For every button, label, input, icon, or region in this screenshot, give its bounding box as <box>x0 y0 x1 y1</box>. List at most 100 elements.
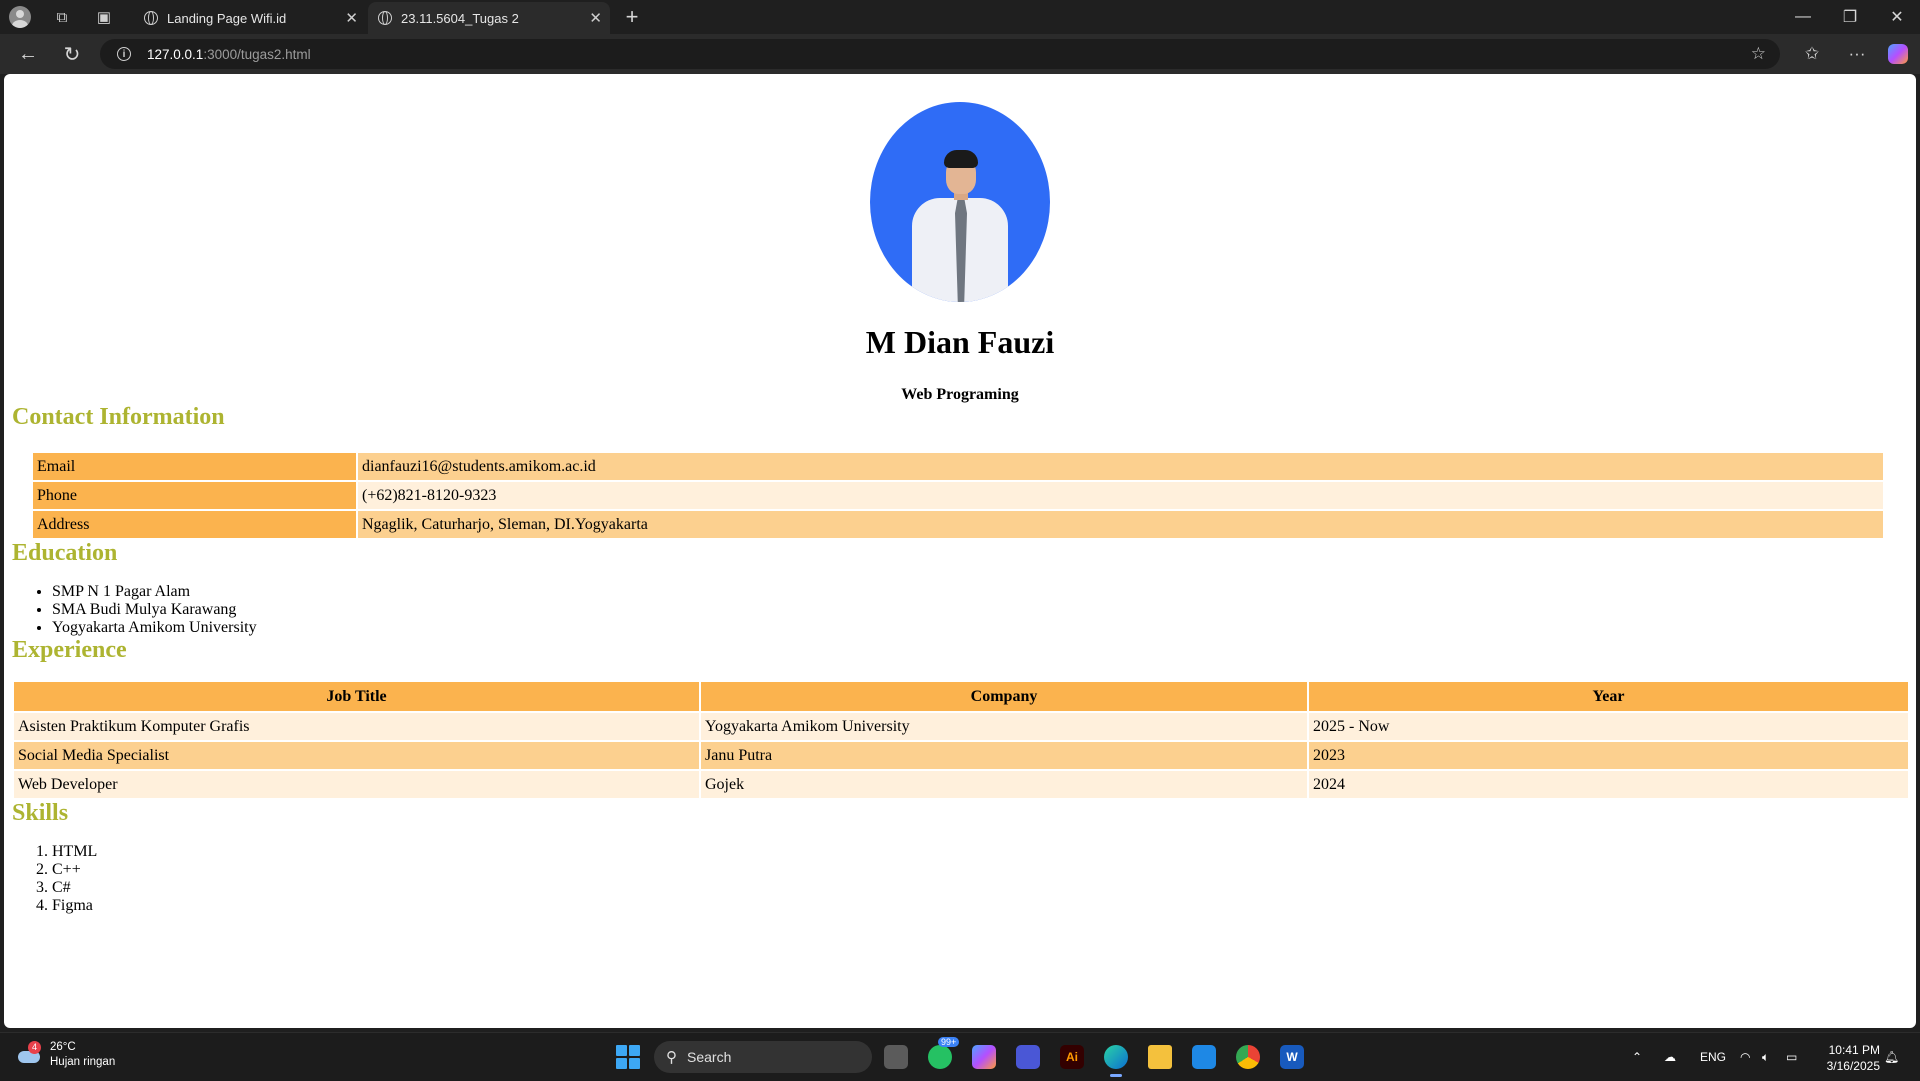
chrome-app[interactable] <box>1232 1041 1264 1073</box>
weather-badge: 4 <box>28 1041 41 1054</box>
education-heading: Education <box>12 540 118 566</box>
notification-badge: 99+ <box>938 1037 960 1047</box>
globe-icon <box>144 11 158 25</box>
illustrator-app[interactable]: Ai <box>1056 1041 1088 1073</box>
list-item: C# <box>52 879 1908 897</box>
address-bar[interactable]: i 127.0.0.1:3000/tugas2.html ☆ <box>100 39 1780 69</box>
favorite-star-icon[interactable]: ☆ <box>1751 44 1766 64</box>
profile-photo <box>870 102 1050 302</box>
close-tab-icon[interactable]: ✕ <box>345 9 358 27</box>
profile-name: M Dian Fauzi <box>865 324 1055 360</box>
table-header-row: Job Title Company Year <box>14 682 1908 711</box>
pen-app[interactable] <box>1012 1041 1044 1073</box>
contact-value: dianfauzi16@students.amikom.ac.id <box>358 453 1883 480</box>
url-path: :3000/tugas2.html <box>203 46 311 62</box>
weather-widget[interactable]: 4 26°C Hujan ringan <box>16 1040 115 1070</box>
vscode-app[interactable] <box>1188 1041 1220 1073</box>
profile-icon[interactable] <box>9 6 31 28</box>
tab-title: Landing Page Wifi.id <box>167 10 287 26</box>
copilot-app[interactable] <box>968 1041 1000 1073</box>
tab-landing-page[interactable]: Landing Page Wifi.id ✕ <box>134 2 366 34</box>
word-icon: W <box>1280 1045 1304 1069</box>
refresh-button[interactable]: ↻ <box>58 40 86 68</box>
windows-icon <box>616 1045 640 1069</box>
close-window-button[interactable]: ✕ <box>1874 0 1920 34</box>
column-header: Year <box>1309 682 1908 711</box>
list-item: SMA Budi Mulya Karawang <box>52 601 1908 619</box>
weather-icon: 4 <box>16 1041 42 1067</box>
experience-table: Job Title Company Year Asisten Praktikum… <box>12 680 1910 800</box>
experience-heading: Experience <box>12 637 127 663</box>
system-clock[interactable]: 10:41 PM 3/16/2025 <box>1827 1042 1880 1074</box>
weather-temp: 26°C <box>50 1041 76 1053</box>
table-cell: Asisten Praktikum Komputer Grafis <box>14 713 699 740</box>
folder-icon <box>1148 1045 1172 1069</box>
table-cell: Gojek <box>701 771 1307 798</box>
volume-icon[interactable]: 🔈︎ <box>1762 1033 1769 1081</box>
globe-icon <box>378 11 392 25</box>
start-button[interactable] <box>612 1041 644 1073</box>
new-tab-button[interactable]: + <box>620 5 644 29</box>
contact-label: Address <box>33 511 356 538</box>
task-view-app[interactable] <box>880 1041 912 1073</box>
list-item: Yogyakarta Amikom University <box>52 619 1908 637</box>
search-placeholder: Search <box>687 1049 732 1065</box>
battery-icon[interactable]: ▭ <box>1786 1033 1797 1081</box>
contact-table: Email dianfauzi16@students.amikom.ac.id … <box>31 451 1885 540</box>
whatsapp-app[interactable]: 99+ <box>924 1037 960 1073</box>
illustrator-icon: Ai <box>1060 1045 1084 1069</box>
table-row: Web Developer Gojek 2024 <box>14 771 1908 798</box>
address-toolbar: ← ↻ i 127.0.0.1:3000/tugas2.html ☆ ✩ ··· <box>0 34 1920 74</box>
notification-bell-icon[interactable]: 🔔︎ <box>1884 1033 1899 1081</box>
list-item: Figma <box>52 897 1908 915</box>
table-row: Phone (+62)821-8120-9323 <box>33 482 1883 509</box>
page-viewport: M Dian Fauzi Web Programing Contact Info… <box>4 74 1916 1028</box>
tab-actions-icon[interactable]: ▣ <box>90 3 118 31</box>
browser-tab-bar: ⧉ ▣ Landing Page Wifi.id ✕ 23.11.5604_Tu… <box>0 0 1920 34</box>
file-explorer-app[interactable] <box>1144 1041 1176 1073</box>
contact-label: Email <box>33 453 356 480</box>
table-cell: 2023 <box>1309 742 1908 769</box>
list-item: SMP N 1 Pagar Alam <box>52 583 1908 601</box>
table-cell: Social Media Specialist <box>14 742 699 769</box>
column-header: Job Title <box>14 682 699 711</box>
skills-heading: Skills <box>12 800 69 826</box>
chrome-icon <box>1236 1045 1260 1069</box>
close-tab-icon[interactable]: ✕ <box>589 9 602 27</box>
clock-time: 10:41 PM <box>1828 1043 1880 1057</box>
column-header: Company <box>701 682 1307 711</box>
copilot-icon <box>972 1045 996 1069</box>
list-item: HTML <box>52 843 1908 861</box>
site-info-icon[interactable]: i <box>117 47 131 61</box>
whatsapp-icon <box>928 1045 952 1069</box>
minimize-button[interactable]: — <box>1780 0 1826 34</box>
taskbar-search[interactable]: ⚲ Search <box>654 1041 872 1073</box>
education-list: SMP N 1 Pagar Alam SMA Budi Mulya Karawa… <box>12 583 1908 637</box>
back-button[interactable]: ← <box>14 40 42 68</box>
weather-desc: Hujan ringan <box>50 1056 116 1068</box>
profile-role: Web Programing <box>901 386 1019 403</box>
wifi-icon[interactable]: ◠ <box>1740 1033 1750 1081</box>
clock-date: 3/16/2025 <box>1826 1059 1880 1073</box>
skills-list: HTML C++ C# Figma <box>12 843 1908 915</box>
language-indicator[interactable]: ENG <box>1700 1033 1726 1081</box>
copilot-icon[interactable] <box>1883 40 1913 68</box>
table-cell: 2025 - Now <box>1309 713 1908 740</box>
restore-button[interactable]: ❐ <box>1827 0 1873 34</box>
edge-app[interactable] <box>1100 1041 1132 1077</box>
table-cell: Web Developer <box>14 771 699 798</box>
tab-tugas-2[interactable]: 23.11.5604_Tugas 2 ✕ <box>368 2 610 34</box>
contact-value: Ngaglik, Caturharjo, Sleman, DI.Yogyakar… <box>358 511 1883 538</box>
workspaces-icon[interactable]: ⧉ <box>48 3 76 31</box>
contact-label: Phone <box>33 482 356 509</box>
table-row: Asisten Praktikum Komputer Grafis Yogyak… <box>14 713 1908 740</box>
more-menu-icon[interactable]: ··· <box>1842 40 1872 68</box>
table-cell: Yogyakarta Amikom University <box>701 713 1307 740</box>
word-app[interactable]: W <box>1276 1041 1308 1073</box>
table-cell: 2024 <box>1309 771 1908 798</box>
show-hidden-icons[interactable]: ⌃ <box>1632 1033 1642 1081</box>
onedrive-icon[interactable]: ☁ <box>1664 1033 1676 1081</box>
favorites-icon[interactable]: ✩ <box>1797 40 1827 68</box>
pen-app-icon <box>1016 1045 1040 1069</box>
table-row: Social Media Specialist Janu Putra 2023 <box>14 742 1908 769</box>
